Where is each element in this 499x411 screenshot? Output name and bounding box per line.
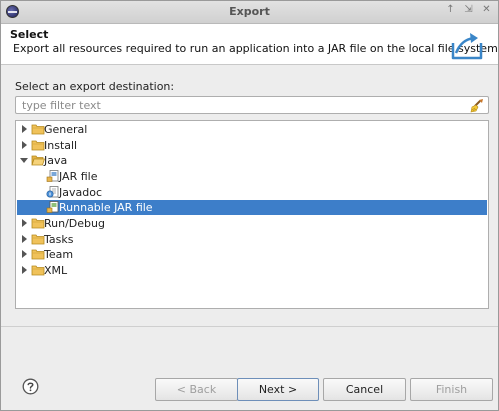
- minimize-icon[interactable]: ↑: [445, 4, 456, 15]
- tree-item-label: JAR file: [59, 170, 98, 183]
- expand-arrow-icon[interactable]: [22, 141, 27, 149]
- filter-input[interactable]: [18, 98, 462, 112]
- expand-arrow-icon[interactable]: [22, 235, 27, 243]
- filter-field: [15, 96, 489, 114]
- runnable-jar-icon: [46, 201, 59, 213]
- tree-item-label: Team: [44, 248, 74, 261]
- tree-item-install[interactable]: Install: [17, 138, 487, 153]
- window-controls: ↑ ⇲ ✕: [445, 4, 492, 15]
- close-icon[interactable]: ✕: [481, 4, 492, 15]
- tree-item-label: Run/Debug: [44, 217, 105, 230]
- back-button[interactable]: < Back: [155, 378, 238, 401]
- tree-item-label: General: [44, 123, 88, 136]
- tree-item-label: XML: [44, 264, 68, 277]
- tree-item-xml[interactable]: XML: [17, 263, 487, 278]
- collapse-arrow-icon[interactable]: [20, 158, 28, 163]
- tree-item-label: Runnable JAR file: [59, 201, 153, 214]
- expand-arrow-icon[interactable]: [22, 219, 27, 227]
- javadoc-icon: [46, 186, 59, 198]
- tree-item-label: Javadoc: [59, 186, 102, 199]
- folder-icon: [31, 265, 45, 276]
- page-description: Export all resources required to run an …: [13, 42, 499, 55]
- next-button[interactable]: Next >: [237, 378, 319, 401]
- export-destination-label: Select an export destination:: [15, 80, 175, 93]
- export-dialog: Export ↑ ⇲ ✕ Select Export all resources…: [0, 0, 499, 411]
- page-title: Select: [10, 28, 49, 41]
- footer-divider: [1, 326, 498, 327]
- finish-button[interactable]: Finish: [410, 378, 493, 401]
- help-icon[interactable]: [22, 378, 39, 395]
- tree-item-javadoc[interactable]: Javadoc: [17, 185, 487, 200]
- jar-file-icon: [46, 170, 59, 182]
- folder-icon: [31, 124, 45, 135]
- wizard-header: Select Export all resources required to …: [1, 24, 498, 65]
- folder-open-icon: [31, 155, 45, 166]
- tree-item-java[interactable]: Java: [17, 153, 487, 168]
- title-bar[interactable]: Export ↑ ⇲ ✕: [1, 1, 498, 24]
- tree-item-runnable-jar-file[interactable]: Runnable JAR file: [17, 200, 487, 215]
- folder-icon: [31, 218, 45, 229]
- tree-item-label: Tasks: [44, 233, 74, 246]
- tree-item-general[interactable]: General: [17, 122, 487, 137]
- clear-filter-icon[interactable]: [470, 98, 485, 113]
- window-title: Export: [229, 5, 270, 18]
- tree-item-jar-file[interactable]: JAR file: [17, 169, 487, 184]
- expand-arrow-icon[interactable]: [22, 250, 27, 258]
- folder-icon: [31, 249, 45, 260]
- tree-item-label: Java: [44, 154, 68, 167]
- tree-item-run-debug[interactable]: Run/Debug: [17, 216, 487, 231]
- tree-item-team[interactable]: Team: [17, 247, 487, 262]
- export-wizard-tree: General Install Java JAR file Javadoc Ru…: [15, 120, 489, 309]
- folder-icon: [31, 234, 45, 245]
- export-wizard-icon: [451, 33, 483, 60]
- tree-item-label: Install: [44, 139, 78, 152]
- cancel-button[interactable]: Cancel: [323, 378, 406, 401]
- maximize-icon[interactable]: ⇲: [463, 4, 474, 15]
- tree-item-tasks[interactable]: Tasks: [17, 232, 487, 247]
- folder-icon: [31, 140, 45, 151]
- expand-arrow-icon[interactable]: [22, 125, 27, 133]
- expand-arrow-icon[interactable]: [22, 266, 27, 274]
